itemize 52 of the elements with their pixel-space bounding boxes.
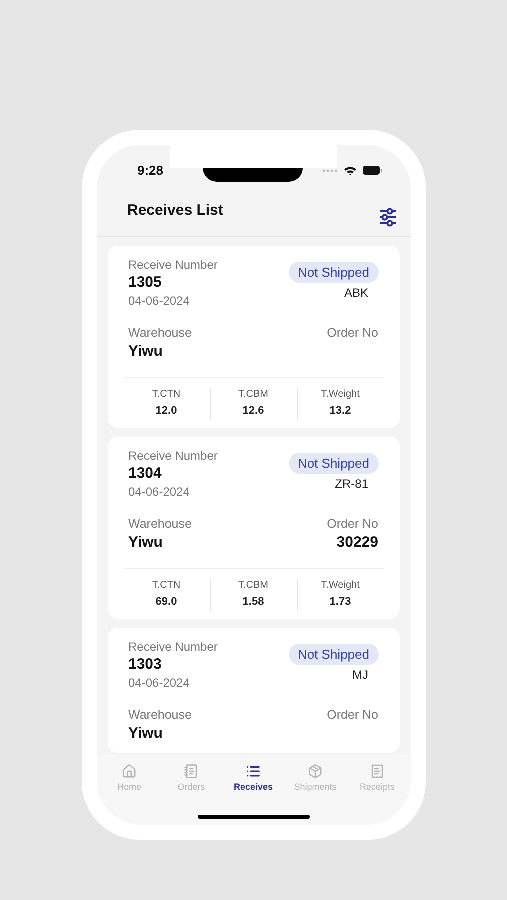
stat-value: 12.6 bbox=[242, 404, 264, 419]
stat-value: 13.2 bbox=[330, 404, 352, 419]
list-icon bbox=[246, 764, 261, 779]
order-number: 30229 bbox=[336, 533, 378, 553]
receive-card[interactable]: Receive Number 1303 04-06-2024 Not Shipped MJ Warehouse Yiwu Order No bbox=[108, 628, 400, 753]
stat-value: 1.73 bbox=[330, 595, 352, 610]
stat-label: T.CBM bbox=[238, 388, 268, 402]
receipt-icon bbox=[370, 764, 385, 779]
receive-date: 04-06-2024 bbox=[128, 293, 191, 309]
customer-code: MJ bbox=[352, 668, 368, 683]
status-badge: Not Shipped bbox=[288, 453, 378, 474]
warehouse-name: Yiwu bbox=[128, 342, 164, 362]
receive-card[interactable]: Receive Number 1305 04-06-2024 Not Shipped ABK Warehouse Yiwu Order No T.CTN 12.0 T.CBM 12.6 T.Weight 13.2 bbox=[108, 246, 400, 428]
field-label: Order No bbox=[327, 325, 378, 341]
house-icon bbox=[122, 764, 137, 779]
warehouse-name: Yiwu bbox=[128, 724, 164, 744]
customer-code: ABK bbox=[344, 286, 368, 301]
stat-label: T.Weight bbox=[321, 579, 360, 593]
stat-label: T.CTN bbox=[152, 388, 181, 402]
stat-label: T.CBM bbox=[238, 579, 268, 593]
warehouse-name: Yiwu bbox=[128, 533, 164, 553]
page-title: Receives List bbox=[128, 201, 224, 222]
tab-button[interactable]: Receives bbox=[224, 764, 284, 794]
stat-value: 1.58 bbox=[242, 595, 264, 610]
field-label: Warehouse bbox=[128, 516, 192, 532]
signal-icon bbox=[322, 168, 338, 172]
field-label: Warehouse bbox=[128, 707, 192, 723]
stat-value: 12.0 bbox=[156, 404, 178, 419]
box-icon bbox=[308, 764, 323, 779]
battery-icon bbox=[362, 166, 382, 175]
filter-icon[interactable] bbox=[378, 208, 396, 226]
receive-number: 1304 bbox=[128, 464, 163, 484]
customer-code: ZR-81 bbox=[335, 477, 368, 492]
receive-number: 1303 bbox=[128, 655, 163, 675]
notebook-icon bbox=[184, 764, 199, 779]
wifi-icon bbox=[344, 166, 356, 176]
stat-label: T.CTN bbox=[152, 579, 181, 593]
receive-date: 04-06-2024 bbox=[128, 675, 191, 691]
status-time: 9:28 bbox=[138, 162, 164, 180]
field-label: Receive Number bbox=[128, 258, 218, 273]
receive-date: 04-06-2024 bbox=[128, 484, 191, 500]
field-label: Order No bbox=[327, 516, 378, 532]
field-label: Receive Number bbox=[128, 449, 218, 464]
stat-value: 69.0 bbox=[156, 595, 178, 610]
field-label: Order No bbox=[327, 707, 378, 723]
receive-card[interactable]: Receive Number 1304 04-06-2024 Not Shipped ZR-81 Warehouse Yiwu Order No 30229 T.CTN 69.0 T.CBM 1.58 T.Weight 1.73 bbox=[108, 437, 400, 619]
stat-label: T.Weight bbox=[321, 388, 360, 402]
receive-number: 1305 bbox=[128, 273, 163, 293]
status-badge: Not Shipped bbox=[288, 262, 378, 283]
field-label: Warehouse bbox=[128, 325, 192, 341]
status-badge: Not Shipped bbox=[288, 644, 378, 665]
field-label: Receive Number bbox=[128, 640, 218, 655]
